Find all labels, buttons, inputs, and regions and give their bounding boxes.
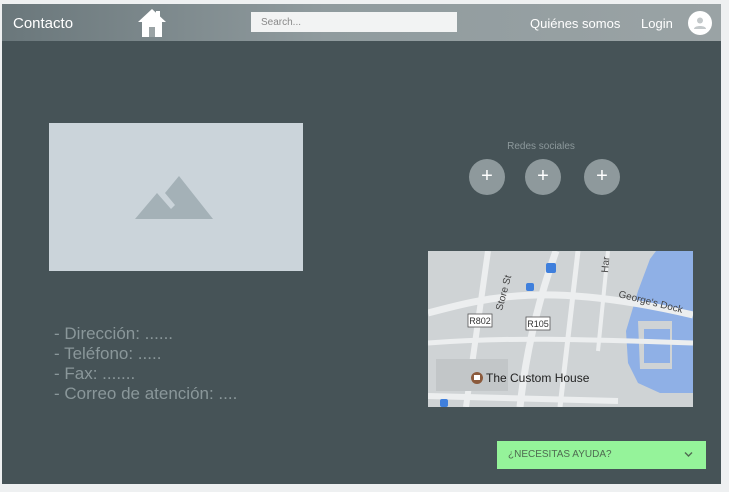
map-label-r802: R802 bbox=[469, 316, 491, 326]
chevron-down-icon bbox=[684, 452, 693, 457]
brand-title[interactable]: Contacto bbox=[13, 15, 73, 32]
contact-phone: - Teléfono: ..... bbox=[54, 344, 162, 363]
social-title: Redes sociales bbox=[507, 141, 575, 152]
map-label-r105: R105 bbox=[527, 319, 549, 329]
contact-address: - Dirección: ...... bbox=[54, 324, 174, 343]
social-button-2[interactable]: + bbox=[525, 159, 561, 195]
location-map[interactable]: R802 R105 Store St George's Dock Har The… bbox=[428, 251, 693, 407]
home-icon[interactable] bbox=[136, 6, 168, 38]
user-avatar-icon[interactable] bbox=[688, 11, 712, 35]
map-label-custom-house: The Custom House bbox=[486, 371, 590, 385]
top-nav-bar: Contacto Quiénes somos Login bbox=[2, 4, 721, 41]
image-icon bbox=[135, 176, 213, 219]
contact-email: - Correo de atención: .... bbox=[54, 384, 238, 403]
nav-link-login[interactable]: Login bbox=[641, 16, 673, 31]
map-label-har: Har bbox=[600, 256, 612, 274]
contact-info: - Dirección: ...... - Teléfono: ..... - … bbox=[54, 324, 237, 404]
contact-fax: - Fax: ....... bbox=[54, 364, 136, 383]
image-placeholder bbox=[49, 123, 303, 271]
help-button-label: ¿NECESITAS AYUDA? bbox=[508, 449, 612, 460]
page-frame: Contacto Quiénes somos Login - Dirección… bbox=[2, 4, 721, 484]
help-button[interactable]: ¿NECESITAS AYUDA? bbox=[497, 441, 706, 469]
nav-link-about[interactable]: Quiénes somos bbox=[530, 16, 620, 31]
search-input[interactable] bbox=[251, 12, 457, 32]
social-button-3[interactable]: + bbox=[584, 159, 620, 195]
social-button-1[interactable]: + bbox=[469, 159, 505, 195]
